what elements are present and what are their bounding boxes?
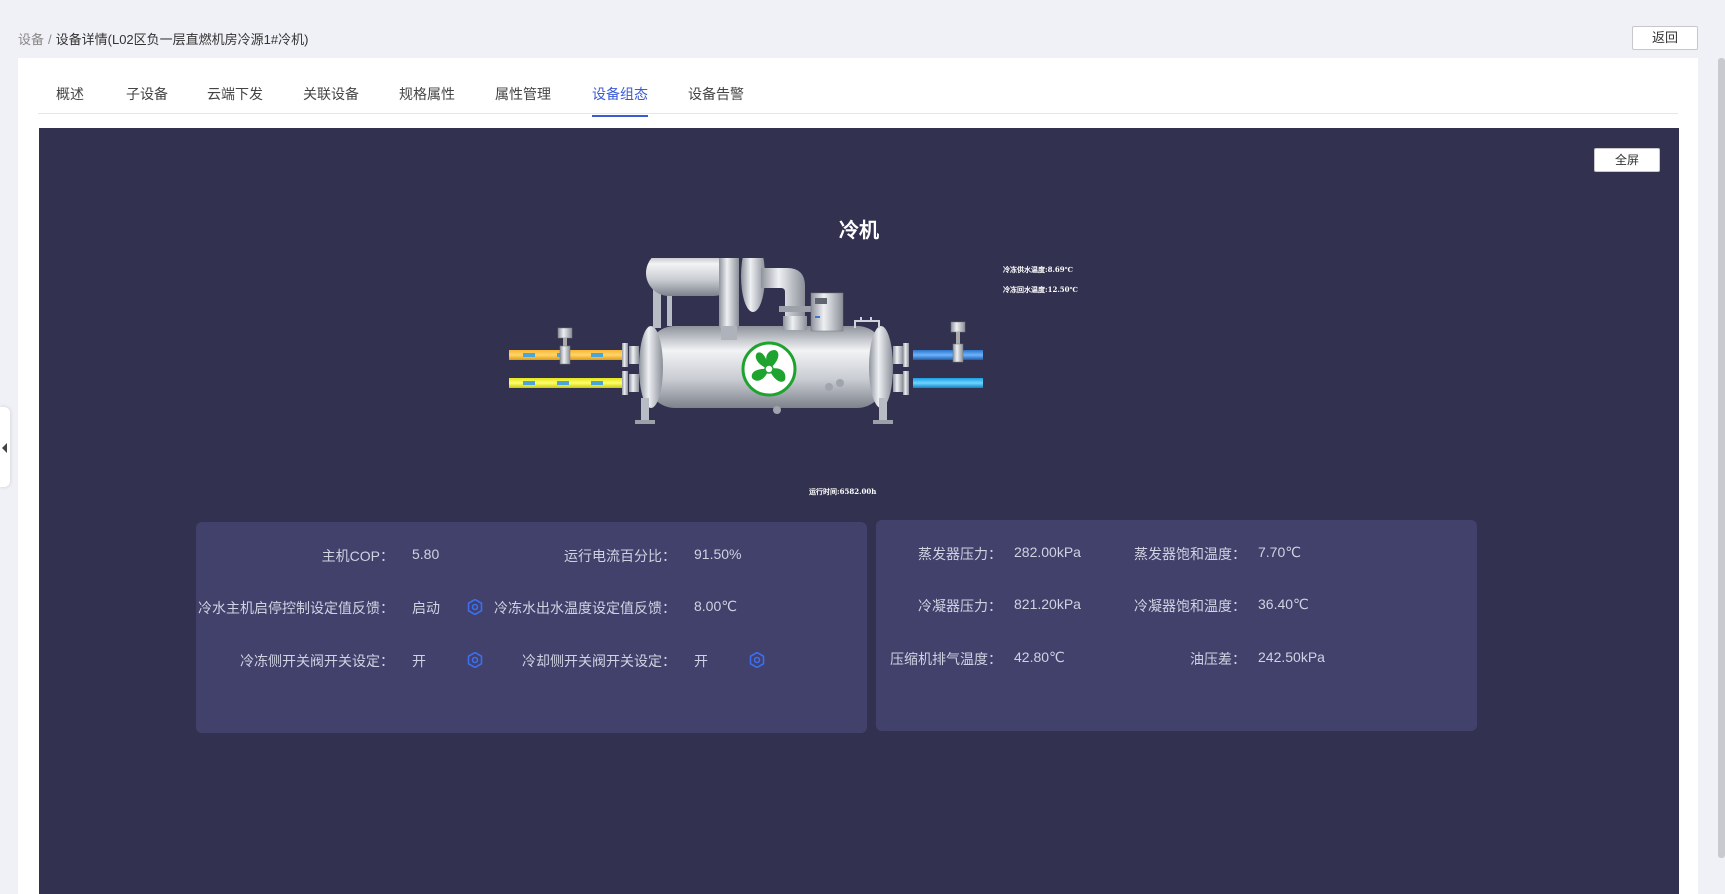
breadcrumb-separator: /	[48, 32, 52, 47]
chiller-title: 冷机	[839, 220, 879, 242]
tab-cloud-dispatch[interactable]: 云端下发	[207, 84, 263, 115]
evaporator-saturation-temp-label: 蒸发器饱和温度：	[1134, 546, 1246, 562]
tab-device-configuration[interactable]: 设备组态	[592, 84, 648, 117]
chilled-side-valve-label: 冷冻侧开关阀开关设定：	[240, 653, 394, 669]
control-parameters-card: 主机COP： 5.80 运行电流百分比： 91.50% 冷水主机启停控制设定值反…	[196, 522, 867, 733]
chilled-side-valve-value: 开	[412, 653, 426, 669]
discharge-temp-value: 42.80℃	[1014, 649, 1065, 665]
valve-right-icon	[950, 321, 966, 363]
operating-parameters-card: 蒸发器压力： 282.00kPa 蒸发器饱和温度： 7.70℃ 冷凝器压力： 8…	[876, 520, 1477, 731]
cooling-side-valve-label: 冷却侧开关阀开关设定：	[522, 653, 676, 669]
cop-value: 5.80	[412, 546, 440, 562]
chilled-side-gear-icon[interactable]	[467, 652, 483, 668]
evaporator-pressure-label: 蒸发器压力：	[918, 546, 1002, 562]
condenser-pressure-value: 821.20kPa	[1014, 596, 1081, 612]
condenser-saturation-temp-value: 36.40℃	[1258, 596, 1309, 612]
tab-attribute-management[interactable]: 属性管理	[495, 84, 551, 115]
fan-icon	[741, 341, 797, 397]
cop-label: 主机COP：	[321, 548, 394, 564]
tab-bar: 概述 子设备 云端下发 关联设备 规格属性 属性管理 设备组态 设备告警	[38, 58, 1678, 117]
discharge-temp-label: 压缩机排气温度：	[890, 651, 1002, 667]
back-button[interactable]: 返回	[1632, 26, 1698, 50]
breadcrumb-current: 设备详情(L02区负一层直燃机房冷源1#冷机)	[55, 32, 309, 47]
runtime-label: 运行时间:6582.00h	[809, 487, 877, 496]
current-percent-value: 91.50%	[694, 546, 742, 562]
chevron-left-icon	[2, 443, 7, 453]
return-water-temp-label: 冷冻回水温度:12.50℃	[1003, 285, 1078, 294]
tab-related-devices[interactable]: 关联设备	[303, 84, 359, 115]
control-panel-icon	[810, 292, 844, 332]
content-panel: 概述 子设备 云端下发 关联设备 规格属性 属性管理 设备组态 设备告警 全屏 …	[18, 58, 1698, 894]
page-scrollbar[interactable]	[1718, 58, 1725, 858]
configuration-stage: 全屏 冷机 冷冻供水温度:8.69℃ 冷冻回水温度:12.50℃ 运行时间:65…	[39, 128, 1679, 894]
oil-pressure-diff-label: 油压差：	[1190, 651, 1246, 667]
evaporator-saturation-temp-value: 7.70℃	[1258, 544, 1301, 560]
oil-pressure-diff-value: 242.50kPa	[1258, 649, 1325, 665]
top-bar: 设备 / 设备详情(L02区负一层直燃机房冷源1#冷机) 返回	[0, 0, 1725, 58]
cooling-side-valve-value: 开	[694, 653, 708, 669]
start-stop-feedback-value: 启动	[412, 600, 440, 616]
condenser-pressure-label: 冷凝器压力：	[918, 598, 1002, 614]
tab-spec-attributes[interactable]: 规格属性	[399, 84, 455, 115]
valve-left-icon	[557, 327, 573, 365]
chilled-water-supply-pipe	[913, 378, 983, 388]
start-stop-gear-icon[interactable]	[467, 599, 483, 615]
fullscreen-button[interactable]: 全屏	[1594, 148, 1660, 172]
chilled-water-setpoint-value: 8.00℃	[694, 598, 737, 614]
current-percent-label: 运行电流百分比：	[564, 548, 676, 564]
cooling-side-gear-icon[interactable]	[749, 652, 765, 668]
start-stop-feedback-label: 冷水主机启停控制设定值反馈：	[198, 600, 394, 616]
chilled-water-return-pipe	[913, 350, 983, 360]
supply-water-temp-label: 冷冻供水温度:8.69℃	[1003, 265, 1074, 274]
sidebar-collapse-handle[interactable]	[0, 407, 10, 487]
breadcrumb-root[interactable]: 设备	[18, 32, 44, 47]
tab-overview[interactable]: 概述	[56, 84, 84, 115]
tab-device-alarms[interactable]: 设备告警	[688, 84, 744, 115]
tab-sub-devices[interactable]: 子设备	[126, 84, 168, 115]
breadcrumb: 设备 / 设备详情(L02区负一层直燃机房冷源1#冷机)	[18, 29, 308, 48]
evaporator-pressure-value: 282.00kPa	[1014, 544, 1081, 560]
chilled-water-setpoint-label: 冷冻水出水温度设定值反馈：	[494, 600, 676, 616]
condenser-saturation-temp-label: 冷凝器饱和温度：	[1134, 598, 1246, 614]
